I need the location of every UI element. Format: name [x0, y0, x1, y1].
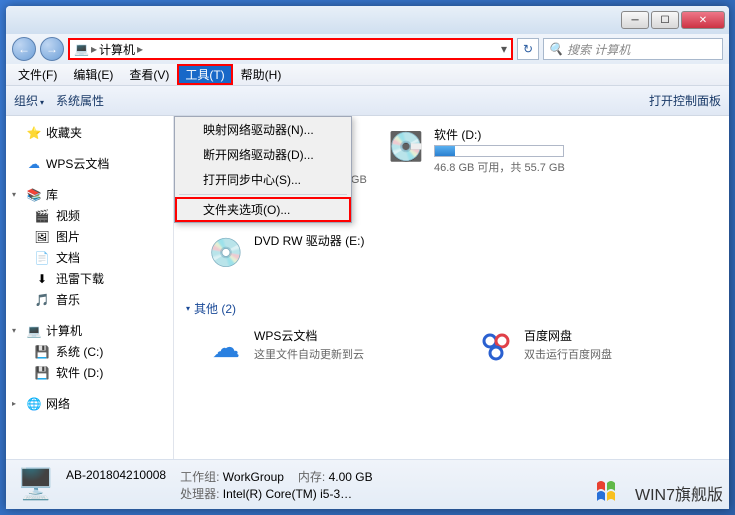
- toolbar-ctrlpanel[interactable]: 打开控制面板: [649, 92, 721, 109]
- dropdown-disconnect-drive[interactable]: 断开网络驱动器(D)...: [175, 142, 351, 167]
- explorer-window: ─ ☐ ✕ ← → 💻 ▸ 计算机 ▸ ▾ ↻ 🔍 搜索 计算机 文件(F) 编…: [6, 6, 729, 509]
- sidebar-item-drive-d[interactable]: 💾软件 (D:): [6, 362, 173, 383]
- music-icon: 🎵: [34, 292, 50, 308]
- other-wps[interactable]: ☁ WPS云文档 这里文件自动更新到云: [206, 327, 446, 367]
- computer-icon: 💻: [26, 323, 42, 339]
- refresh-button[interactable]: ↻: [517, 38, 539, 60]
- watermark-text: WIN7旗舰版: [635, 481, 723, 505]
- search-input[interactable]: 🔍 搜索 计算机: [543, 38, 723, 60]
- dropdown-sync-center[interactable]: 打开同步中心(S)...: [175, 167, 351, 192]
- back-button[interactable]: ←: [12, 37, 36, 61]
- breadcrumb-sep: ▸: [91, 42, 97, 56]
- close-button[interactable]: ✕: [681, 11, 725, 29]
- body: ⭐收藏夹 ☁WPS云文档 ▾📚库 🎬视频 🖼图片 📄文档 ⬇迅雷下载 🎵音乐 ▾…: [6, 116, 729, 459]
- drive-icon: 💽: [386, 126, 426, 166]
- sidebar-item-thunder[interactable]: ⬇迅雷下载: [6, 268, 173, 289]
- other-baidu[interactable]: 百度网盘 双击运行百度网盘: [476, 327, 716, 367]
- sidebar-libraries[interactable]: ▾📚库: [6, 184, 173, 205]
- video-icon: 🎬: [34, 208, 50, 224]
- minimize-button[interactable]: ─: [621, 11, 649, 29]
- drive-space: 46.8 GB 可用，共 55.7 GB: [434, 159, 626, 175]
- drive-icon: 💾: [34, 365, 50, 381]
- star-icon: ⭐: [26, 125, 42, 141]
- dvd-drive[interactable]: 💿 DVD RW 驱动器 (E:): [206, 232, 446, 272]
- document-icon: 📄: [34, 250, 50, 266]
- library-icon: 📚: [26, 187, 42, 203]
- drive-usage-bar: [434, 145, 564, 157]
- sidebar-computer[interactable]: ▾💻计算机: [6, 320, 173, 341]
- menu-help[interactable]: 帮助(H): [233, 64, 290, 85]
- status-computer-name: AB-201804210008: [66, 468, 166, 485]
- sidebar-network[interactable]: ▸🌐网络: [6, 393, 173, 414]
- navbar: ← → 💻 ▸ 计算机 ▸ ▾ ↻ 🔍 搜索 计算机: [6, 34, 729, 64]
- breadcrumb[interactable]: 💻 ▸ 计算机 ▸ ▾: [68, 38, 513, 60]
- menu-file[interactable]: 文件(F): [10, 64, 65, 85]
- picture-icon: 🖼: [34, 229, 50, 245]
- dropdown-map-drive[interactable]: 映射网络驱动器(N)...: [175, 117, 351, 142]
- sidebar-wps[interactable]: ☁WPS云文档: [6, 153, 173, 174]
- titlebar: ─ ☐ ✕: [6, 6, 729, 34]
- breadcrumb-sep: ▸: [137, 42, 143, 56]
- network-icon: 🌐: [26, 396, 42, 412]
- watermark: WIN7旗舰版: [595, 479, 723, 507]
- content-area: 映射网络驱动器(N)... 断开网络驱动器(D)... 打开同步中心(S)...…: [174, 116, 729, 459]
- sidebar-item-documents[interactable]: 📄文档: [6, 247, 173, 268]
- computer-icon: 🖥️: [16, 465, 56, 505]
- toolbar: 组织▾ 系统属性 打开控制面板: [6, 86, 729, 116]
- computer-icon: 💻: [74, 42, 89, 56]
- drive-icon: 💾: [34, 344, 50, 360]
- search-placeholder: 搜索 计算机: [567, 41, 630, 58]
- breadcrumb-root[interactable]: 计算机: [99, 41, 135, 58]
- windows-flag-icon: [595, 479, 629, 507]
- menu-view[interactable]: 查看(V): [121, 64, 177, 85]
- maximize-button[interactable]: ☐: [651, 11, 679, 29]
- drive-name: 软件 (D:): [434, 126, 626, 143]
- menu-tools[interactable]: 工具(T): [177, 64, 232, 85]
- cloud-icon: ☁: [26, 156, 42, 172]
- dropdown-separator: [179, 194, 347, 195]
- sidebar-favorites[interactable]: ⭐收藏夹: [6, 122, 173, 143]
- search-icon: 🔍: [548, 42, 563, 56]
- breadcrumb-dropdown-icon[interactable]: ▾: [501, 42, 507, 56]
- menubar: 文件(F) 编辑(E) 查看(V) 工具(T) 帮助(H): [6, 64, 729, 86]
- toolbar-sysprops[interactable]: 系统属性: [56, 92, 104, 109]
- toolbar-organize[interactable]: 组织▾: [14, 92, 44, 109]
- sidebar: ⭐收藏夹 ☁WPS云文档 ▾📚库 🎬视频 🖼图片 📄文档 ⬇迅雷下载 🎵音乐 ▾…: [6, 116, 174, 459]
- cloud-icon: ☁: [206, 327, 246, 367]
- sidebar-item-pictures[interactable]: 🖼图片: [6, 226, 173, 247]
- sidebar-item-drive-c[interactable]: 💾系统 (C:): [6, 341, 173, 362]
- sidebar-item-video[interactable]: 🎬视频: [6, 205, 173, 226]
- dvd-icon: 💿: [206, 232, 246, 272]
- section-other[interactable]: ▾其他 (2): [186, 294, 717, 323]
- dropdown-folder-options[interactable]: 文件夹选项(O)...: [175, 197, 351, 222]
- forward-button[interactable]: →: [40, 37, 64, 61]
- sidebar-item-music[interactable]: 🎵音乐: [6, 289, 173, 310]
- tools-dropdown: 映射网络驱动器(N)... 断开网络驱动器(D)... 打开同步中心(S)...…: [174, 116, 352, 223]
- download-icon: ⬇: [34, 271, 50, 287]
- menu-edit[interactable]: 编辑(E): [65, 64, 121, 85]
- baidu-icon: [476, 327, 516, 367]
- drive-d[interactable]: 💽 软件 (D:) 46.8 GB 可用，共 55.7 GB: [386, 126, 626, 175]
